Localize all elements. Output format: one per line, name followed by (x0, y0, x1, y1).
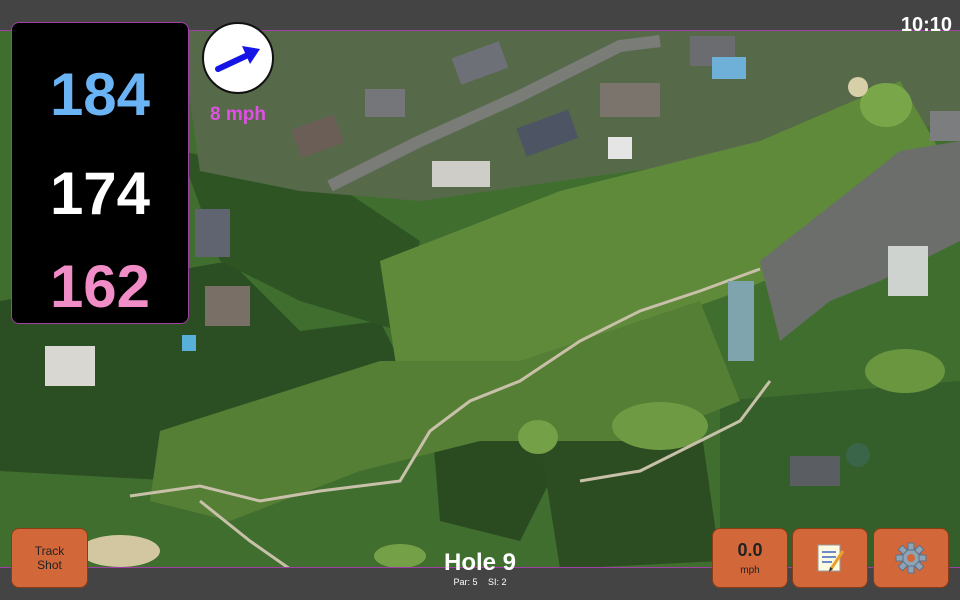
speed-button[interactable]: 0.0 mph (712, 528, 788, 588)
wind-arrow-icon (215, 46, 260, 72)
track-shot-button[interactable]: Track Shot (11, 528, 88, 588)
hole-title: Hole 9 (443, 549, 517, 576)
track-shot-label-line1: Track (34, 544, 65, 558)
gear-icon (895, 542, 927, 574)
distance-back: 184 (49, 61, 151, 128)
hole-info: Par: 5 SI: 2 (380, 577, 580, 587)
wind-speed: 8 mph (210, 104, 266, 125)
speed-unit: mph (740, 565, 760, 576)
notepad-icon (817, 544, 845, 572)
hole-par: Par: 5 (453, 577, 478, 587)
distance-front: 162 (49, 253, 151, 320)
clock: 10:10 (900, 14, 952, 36)
distance-middle: 174 (49, 160, 151, 227)
track-shot-label-line2: Shot (37, 558, 62, 572)
distance-panel: 184 174 162 (11, 22, 189, 324)
hole-stroke-index: SI: 2 (488, 577, 507, 587)
speed-value: 0.0 (737, 540, 763, 560)
wind-indicator (202, 22, 274, 94)
notes-button[interactable] (792, 528, 868, 588)
settings-button[interactable] (873, 528, 949, 588)
